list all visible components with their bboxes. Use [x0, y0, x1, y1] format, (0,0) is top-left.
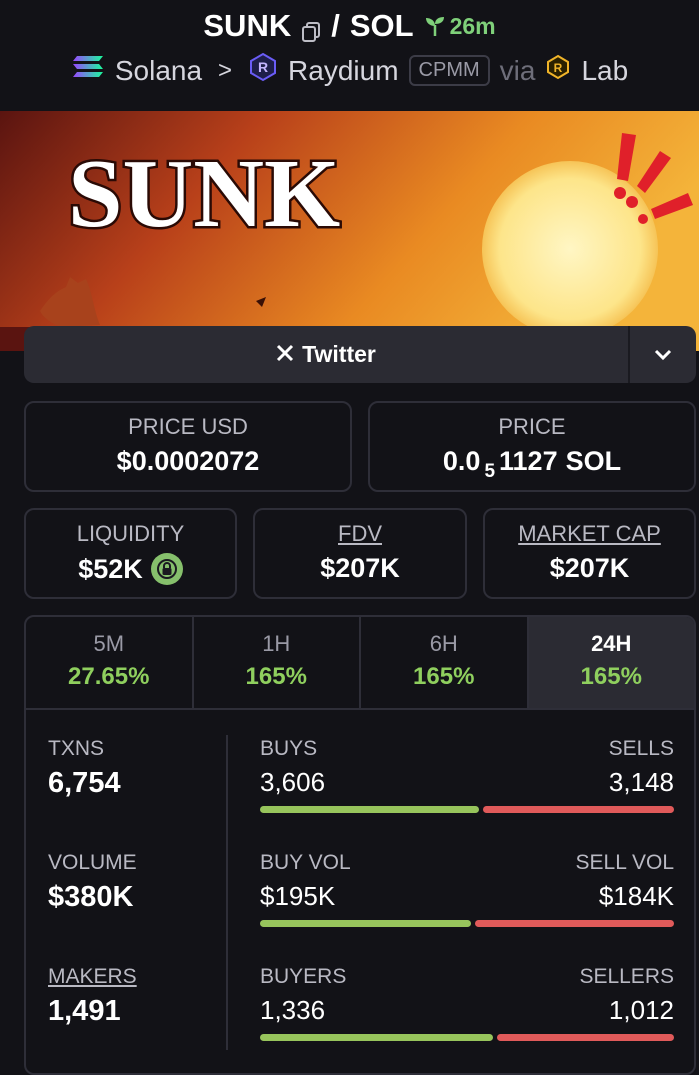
- buy-bar: [260, 1034, 494, 1041]
- copy-icon[interactable]: [301, 15, 321, 42]
- solana-icon: [71, 54, 105, 87]
- twitter-label: Twitter: [302, 341, 376, 367]
- buyers-label: BUYERS: [260, 965, 347, 988]
- price-zero-count: 5: [484, 460, 496, 482]
- socials-dropdown-button[interactable]: [630, 326, 696, 383]
- txns-metric: TXNS 6,754: [48, 737, 121, 800]
- seedling-icon: [425, 17, 444, 36]
- tab-6h[interactable]: 6H 165%: [361, 617, 529, 708]
- sell-vol-value: $184K: [598, 881, 674, 911]
- price-digits: 1127: [499, 446, 558, 476]
- liquidity-label: LIQUIDITY: [76, 521, 185, 546]
- chevron-right-icon: >: [218, 56, 233, 84]
- buys-sells-split: BUYS SELLS 3,606 3,148: [260, 737, 674, 813]
- buy-bar: [260, 920, 472, 927]
- change-6h: 165%: [413, 663, 475, 690]
- pair-header: SUNK / SOL 26m Solana > R Raydium CPMM v…: [0, 0, 699, 111]
- token-banner-image: SUNK: [0, 111, 699, 351]
- volume-label: VOLUME: [48, 851, 137, 874]
- lock-icon[interactable]: [150, 553, 183, 585]
- pool-type-badge: CPMM: [408, 55, 490, 86]
- volume-value: $380K: [48, 881, 134, 913]
- volume-bar: [260, 920, 674, 927]
- price-usd-card: PRICE USD $0.0002072: [24, 401, 352, 492]
- sell-bar: [482, 806, 674, 813]
- price-native-card: PRICE 0.0 5 1127 SOL: [368, 401, 696, 492]
- buy-vol-value: $195K: [260, 881, 336, 911]
- makers-label[interactable]: MAKERS: [48, 965, 137, 989]
- change-24h: 165%: [580, 663, 642, 690]
- sellers-value: 1,012: [608, 995, 674, 1025]
- price-usd-label: PRICE USD: [128, 414, 248, 439]
- buy-sell-volume-split: BUY VOL SELL VOL $195K $184K: [260, 851, 674, 927]
- timeframe-tabs: 5M 27.65% 1H 165% 6H 165% 24H 165%: [26, 617, 694, 710]
- x-logo-icon: [276, 341, 294, 368]
- twitter-button[interactable]: Twitter: [24, 326, 628, 383]
- sells-value: 3,148: [608, 767, 674, 797]
- price-native-label: PRICE: [498, 414, 566, 439]
- fdv-label[interactable]: FDV: [255, 521, 465, 547]
- sell-bar: [475, 920, 674, 927]
- sells-label: SELLS: [608, 737, 674, 760]
- buyers-value: 1,336: [260, 995, 326, 1025]
- txns-label: TXNS: [48, 737, 105, 760]
- buy-bar: [260, 806, 479, 813]
- buys-label: BUYS: [260, 737, 318, 760]
- chevron-down-icon: [654, 349, 672, 360]
- raydium-icon: R: [248, 52, 278, 89]
- svg-text:R: R: [258, 59, 268, 75]
- svg-text:R: R: [554, 61, 563, 75]
- chain-row: Solana > R Raydium CPMM via R Lab: [0, 52, 699, 89]
- launchpad-icon: R: [545, 54, 571, 87]
- dex-link[interactable]: Raydium: [288, 55, 398, 87]
- makers-bar: [260, 1034, 674, 1041]
- txns-value: 6,754: [48, 767, 121, 799]
- makers-value: 1,491: [48, 995, 121, 1027]
- buy-vol-label: BUY VOL: [260, 851, 351, 874]
- market-cap-card: MARKET CAP $207K: [483, 508, 696, 599]
- launchpad-link[interactable]: Lab: [581, 55, 628, 87]
- quote-symbol: SOL: [349, 8, 414, 43]
- market-cap-label[interactable]: MARKET CAP: [485, 521, 694, 547]
- buyers-sellers-split: BUYERS SELLERS 1,336 1,012: [260, 965, 674, 1041]
- socials-bar: Twitter: [24, 326, 696, 383]
- liquidity-card: LIQUIDITY $52K: [24, 508, 237, 599]
- chain-link[interactable]: Solana: [115, 55, 202, 87]
- fdv-value: $207K: [320, 553, 400, 583]
- price-usd-value: $0.0002072: [116, 446, 260, 476]
- via-label: via: [499, 54, 536, 86]
- price-unit: SOL: [565, 446, 622, 476]
- makers-metric: MAKERS 1,491: [48, 965, 137, 1028]
- tab-24h[interactable]: 24H 165%: [528, 617, 694, 708]
- token-symbol: SUNK: [203, 8, 292, 43]
- volume-metric: VOLUME $380K: [48, 851, 137, 914]
- banner-title: SUNK: [68, 140, 340, 248]
- change-5m: 27.65%: [68, 663, 150, 690]
- fdv-card: FDV $207K: [253, 508, 467, 599]
- sell-vol-label: SELL VOL: [575, 851, 674, 874]
- tab-5m[interactable]: 5M 27.65%: [26, 617, 194, 708]
- buys-value: 3,606: [260, 767, 326, 797]
- pair-separator: /: [331, 8, 340, 43]
- change-1h: 165%: [245, 663, 307, 690]
- price-prefix: 0.0: [442, 446, 481, 476]
- divider: [226, 735, 228, 1050]
- buys-sells-bar: [260, 806, 674, 813]
- liquidity-value: $52K: [78, 553, 143, 584]
- sell-bar: [497, 1034, 674, 1041]
- sellers-label: SELLERS: [579, 965, 674, 988]
- stats-panel: 5M 27.65% 1H 165% 6H 165% 24H 165% TXNS …: [24, 615, 696, 1075]
- pair-age: 26m: [424, 13, 496, 40]
- pair-title: SUNK / SOL 26m: [0, 8, 699, 44]
- market-cap-value: $207K: [549, 553, 630, 583]
- tab-1h[interactable]: 1H 165%: [194, 617, 361, 708]
